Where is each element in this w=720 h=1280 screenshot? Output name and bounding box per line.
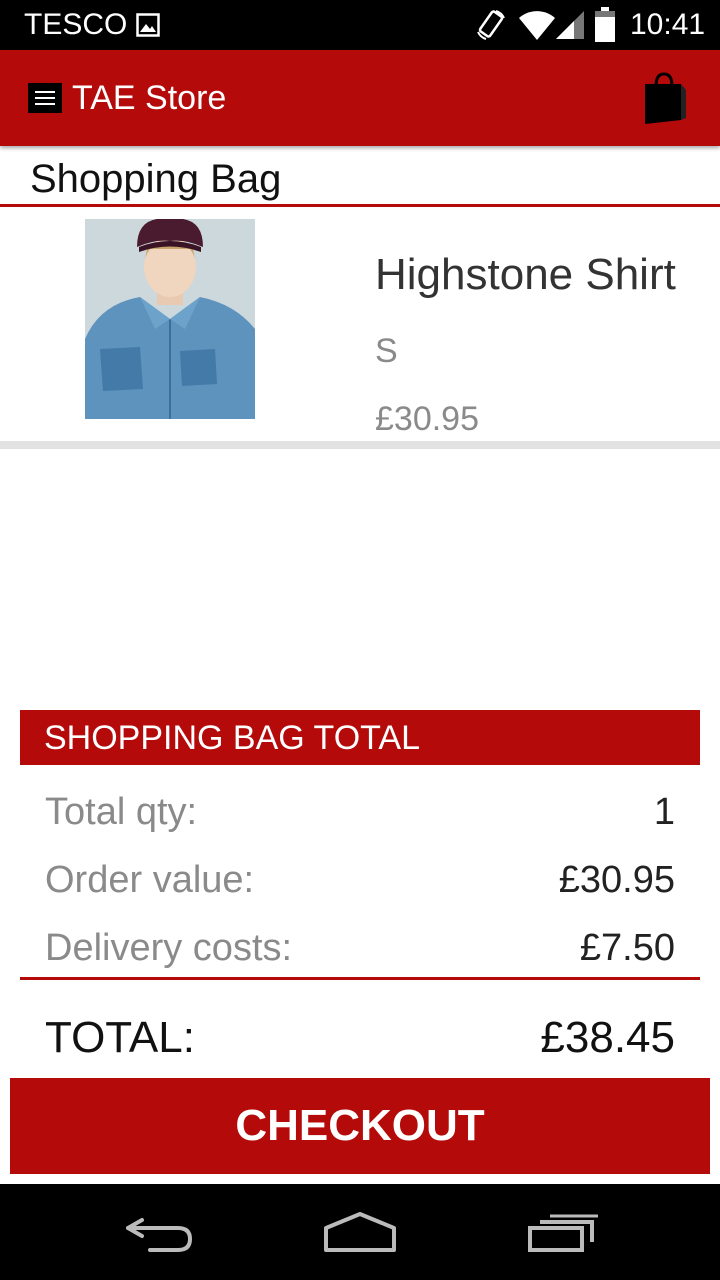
menu-icon[interactable]: [28, 83, 62, 113]
clock: 10:41: [630, 8, 706, 41]
item-name: Highstone Shirt: [375, 250, 676, 299]
order-value-label: Order value:: [45, 859, 255, 901]
signal-icon: [556, 11, 584, 39]
app-bar: TAE Store: [0, 50, 720, 146]
summary-header-label: SHOPPING BAG TOTAL: [44, 719, 420, 757]
shopping-bag-icon[interactable]: [640, 72, 688, 126]
total-qty-label: Total qty:: [45, 791, 198, 833]
image-icon: [136, 13, 160, 37]
navigation-bar: [0, 1184, 720, 1280]
carrier-name: TESCO: [24, 8, 128, 41]
back-icon[interactable]: [120, 1206, 200, 1256]
grand-total-label: TOTAL:: [45, 1013, 195, 1062]
wifi-icon: [519, 11, 555, 40]
item-size: S: [375, 332, 398, 370]
cart-item[interactable]: Highstone Shirt S £30.95: [0, 207, 720, 447]
product-image: [85, 219, 255, 419]
total-qty-value: 1: [653, 791, 675, 833]
order-value-value: £30.95: [558, 859, 675, 901]
item-price: £30.95: [375, 400, 479, 438]
summary-header: SHOPPING BAG TOTAL: [20, 710, 700, 765]
app-title[interactable]: TAE Store: [72, 78, 226, 118]
delivery-costs-value: £7.50: [579, 927, 675, 969]
item-divider: [0, 441, 720, 449]
checkout-button[interactable]: CHECKOUT: [10, 1078, 710, 1174]
checkout-button-label: CHECKOUT: [235, 1101, 485, 1150]
home-icon[interactable]: [320, 1206, 400, 1256]
page-title: Shopping Bag: [30, 157, 282, 201]
total-divider: [20, 977, 700, 980]
grand-total-value: £38.45: [540, 1013, 675, 1062]
recent-apps-icon[interactable]: [522, 1206, 602, 1256]
delivery-costs-label: Delivery costs:: [45, 927, 293, 969]
battery-icon: [595, 7, 615, 42]
status-bar: TESCO 10:41: [0, 0, 720, 50]
screen-rotation-icon: [477, 10, 505, 40]
